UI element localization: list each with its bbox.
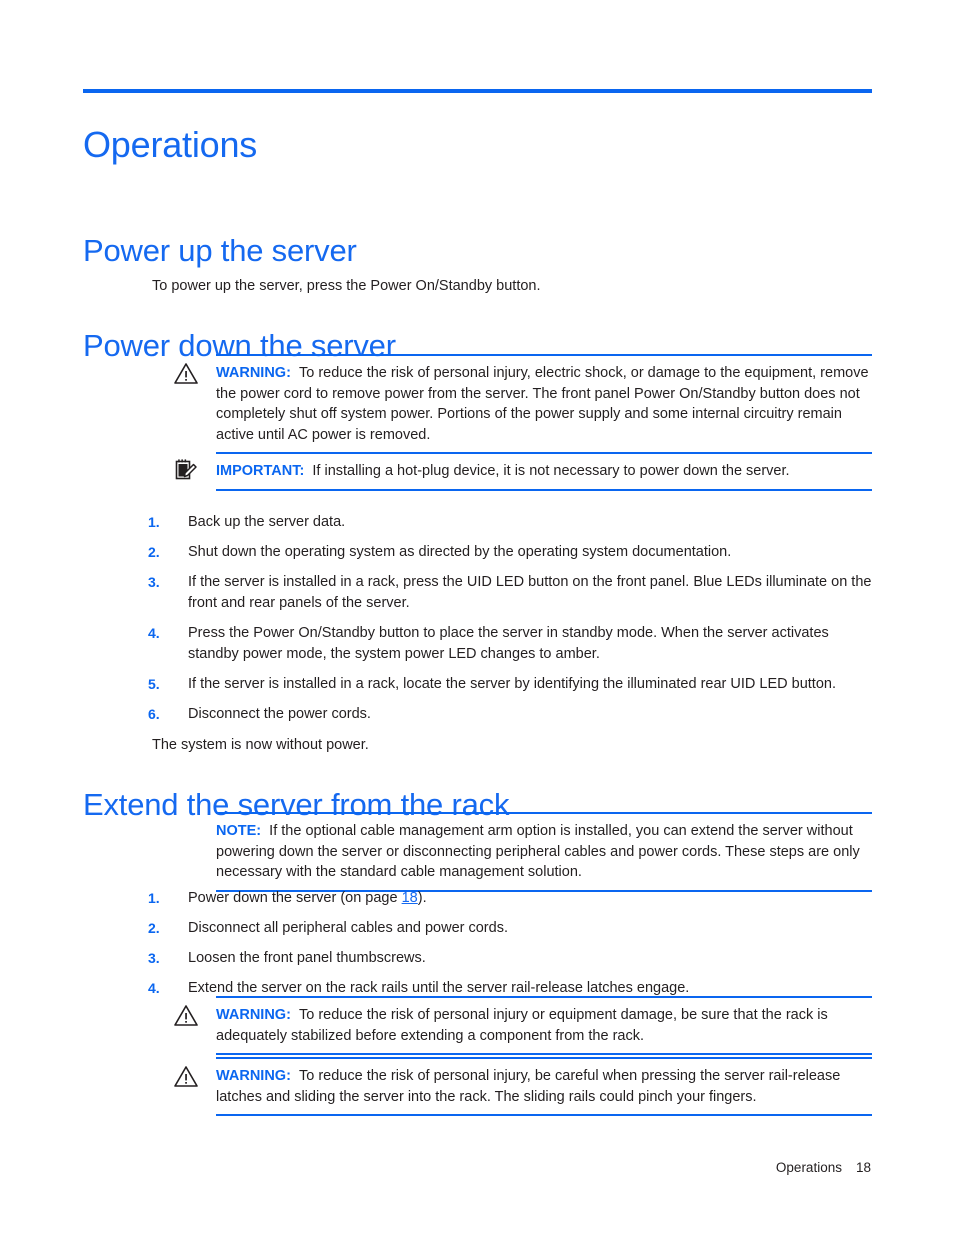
page-footer: Operations 18 [776, 1160, 871, 1175]
list-item-number: 1. [148, 890, 160, 906]
list-item-text-after: ). [417, 890, 427, 906]
list-item-number: 3. [148, 574, 160, 591]
list-power-down-steps: 1. Back up the server data. 2. Shut down… [148, 512, 872, 734]
callout-label: WARNING: [216, 365, 291, 381]
document-page: Operations Power up the server To power … [0, 0, 954, 1235]
list-item-number: 2. [148, 544, 160, 561]
callout-warning-text: WARNING: To reduce the risk of personal i… [216, 1005, 872, 1046]
page-title: Operations [83, 124, 258, 166]
list-item-number: 4. [148, 625, 160, 642]
list-item: 4. Press the Power On/Standby button to … [148, 623, 872, 665]
list-item: 1. Power down the server (on page 18). [148, 888, 872, 909]
callout-label: IMPORTANT: [216, 463, 305, 479]
callout-note-cable-management: NOTE: If the optional cable management ar… [216, 812, 872, 892]
list-item-text-before: Power down the server (on page [188, 890, 402, 906]
callout-note-text: NOTE: If the optional cable management ar… [216, 821, 872, 883]
list-item-number: 1. [148, 514, 160, 530]
callout-warning-text: WARNING: To reduce the risk of personal i… [216, 1066, 872, 1107]
callout-label: WARNING: [216, 1007, 291, 1023]
footer-section-name: Operations [775, 1160, 842, 1175]
list-item-text: Disconnect the power cords. [188, 706, 371, 723]
list-item: 1. Back up the server data. [148, 512, 872, 533]
list-item: 2. Disconnect all peripheral cables and … [148, 918, 872, 939]
list-item-text: If the server is installed in a rack, pr… [188, 574, 872, 612]
callout-label: NOTE: [216, 823, 262, 839]
list-item-text: Loosen the front panel thumbscrews. [188, 950, 426, 967]
list-item-number: 5. [148, 676, 160, 693]
warning-triangle-icon [172, 360, 200, 388]
paragraph-system-without-power: The system is now without power. [152, 736, 369, 753]
warning-triangle-icon [172, 1002, 200, 1030]
page-reference-link[interactable]: 18 [402, 890, 418, 906]
list-item-number: 2. [148, 920, 160, 937]
callout-warning-power-down: WARNING: To reduce the risk of personal i… [216, 354, 872, 455]
list-item-text: Shut down the operating system as direct… [188, 544, 732, 561]
list-item-text: Disconnect all peripheral cables and pow… [188, 920, 508, 937]
list-extend-steps: 1. Power down the server (on page 18). 2… [148, 888, 872, 1008]
callout-body: To reduce the risk of personal injury, e… [216, 365, 869, 443]
callout-warning-rail-release: WARNING: To reduce the risk of personal i… [216, 1057, 872, 1117]
footer-page-number: 18 [855, 1160, 871, 1175]
callout-body: To reduce the risk of personal injury or… [216, 1007, 828, 1044]
list-item: 3. Loosen the front panel thumbscrews. [148, 948, 872, 969]
header-rule [83, 89, 872, 93]
callout-important-hotplug: IMPORTANT: If installing a hot-plug devic… [216, 452, 872, 491]
callout-body: If the optional cable management arm opt… [216, 823, 860, 881]
list-item: 6. Disconnect the power cords. [148, 704, 872, 725]
list-item: 3. If the server is installed in a rack,… [148, 572, 872, 614]
list-item-text: Press the Power On/Standby button to pla… [188, 625, 829, 663]
paragraph-power-up: To power up the server, press the Power … [152, 277, 541, 294]
list-item-text: If the server is installed in a rack, lo… [188, 676, 836, 693]
callout-label: WARNING: [216, 1068, 291, 1084]
callout-body: If installing a hot-plug device, it is n… [312, 463, 790, 479]
callout-important-text: IMPORTANT: If installing a hot-plug devic… [216, 461, 872, 482]
list-item-text: Power down the server (on page 18). [188, 888, 872, 909]
heading-power-up-the-server: Power up the server [83, 232, 357, 268]
list-item: 2. Shut down the operating system as dir… [148, 542, 872, 563]
list-item-number: 3. [148, 950, 160, 967]
callout-warning-text: WARNING: To reduce the risk of personal i… [216, 363, 872, 445]
callout-body: To reduce the risk of personal injury, b… [216, 1068, 841, 1105]
list-item-number: 6. [148, 706, 160, 723]
callout-warning-rack-stability: WARNING: To reduce the risk of personal i… [216, 996, 872, 1056]
warning-triangle-icon [172, 1063, 200, 1091]
list-item-number: 4. [148, 980, 160, 997]
list-item: 5. If the server is installed in a rack,… [148, 674, 872, 695]
list-item-text: Back up the server data. [188, 514, 346, 530]
notepad-pencil-icon [172, 456, 200, 484]
